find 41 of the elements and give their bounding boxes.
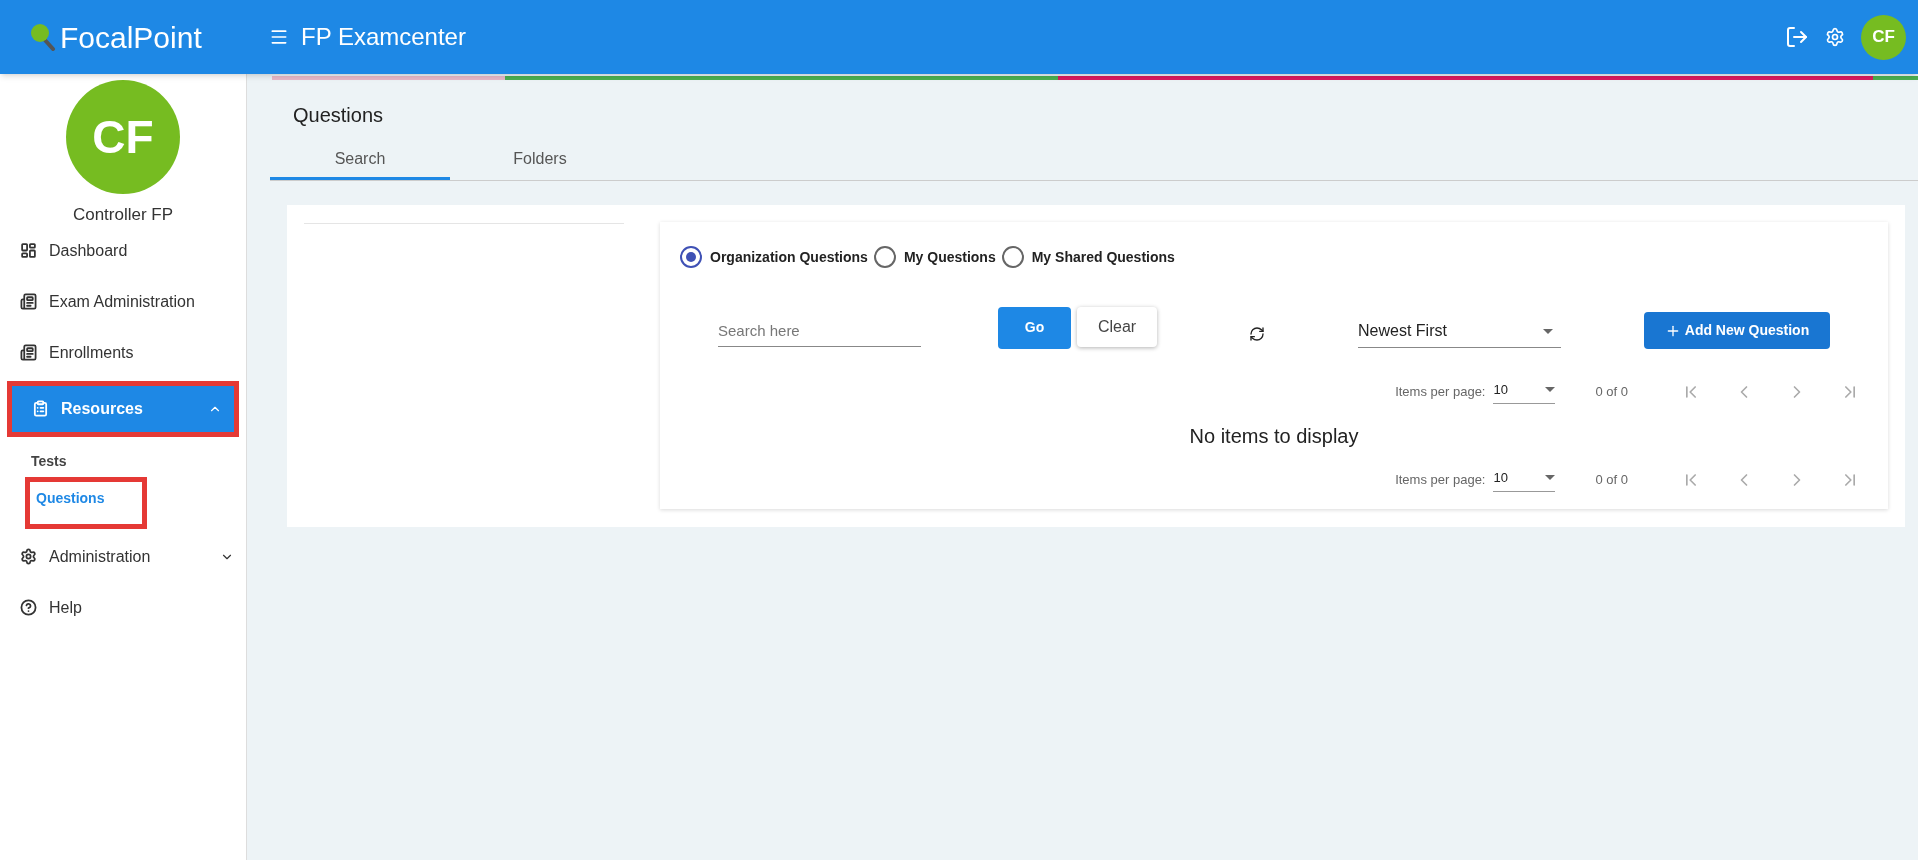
search-field[interactable]: Search here — [718, 319, 921, 348]
items-per-page-label: Items per page: — [1395, 383, 1486, 402]
page-size-select[interactable]: 10 — [1493, 467, 1556, 493]
page-range: 0 of 0 — [1595, 471, 1628, 490]
scope-radio[interactable]: My Questions — [873, 246, 996, 268]
nav-icon — [20, 242, 37, 259]
refresh-icon — [1249, 325, 1265, 342]
app-title: FP Examcenter — [301, 22, 466, 52]
logout-button[interactable] — [1785, 25, 1809, 49]
nav-subitem[interactable]: Questions — [36, 489, 105, 506]
nav-item[interactable]: Administration — [0, 533, 246, 580]
nav-icon — [20, 344, 37, 361]
clear-button[interactable]: Clear — [1077, 306, 1157, 347]
nav-icon — [20, 293, 37, 310]
go-button[interactable]: Go — [998, 306, 1071, 349]
nav-subitem[interactable]: Tests — [31, 452, 67, 469]
nav-icon — [32, 400, 49, 417]
scope-radio[interactable]: My Shared Questions — [1001, 246, 1175, 268]
nav-icon — [20, 599, 37, 616]
profile-avatar: CF — [66, 80, 180, 194]
magnifier-logo-icon — [30, 23, 56, 51]
items-per-page-label: Items per page: — [1395, 471, 1486, 490]
nav-icon — [20, 548, 37, 565]
tab[interactable]: Folders — [450, 140, 630, 180]
scope-radio[interactable]: Organization Questions — [680, 246, 868, 268]
user-name: Controller FP — [72, 204, 174, 226]
page-range: 0 of 0 — [1595, 383, 1628, 402]
add-question-button[interactable]: Add New Question — [1644, 312, 1830, 349]
menu-button[interactable] — [269, 27, 289, 47]
page-title: Questions — [293, 103, 385, 128]
nav-item[interactable]: Dashboard — [0, 227, 246, 274]
nav-item[interactable]: Enrollments — [0, 329, 246, 376]
nav-item[interactable]: Exam Administration — [0, 278, 246, 325]
nav-item[interactable]: Help — [0, 584, 246, 631]
logo-text: FocalPoint — [60, 19, 202, 56]
nav-item[interactable]: Resources — [12, 385, 234, 432]
tab[interactable]: Search — [270, 140, 450, 180]
empty-message: No items to display — [1189, 424, 1359, 449]
sort-select[interactable]: Newest First — [1358, 319, 1561, 348]
page-size-select[interactable]: 10 — [1493, 379, 1556, 405]
settings-button[interactable] — [1825, 27, 1845, 47]
